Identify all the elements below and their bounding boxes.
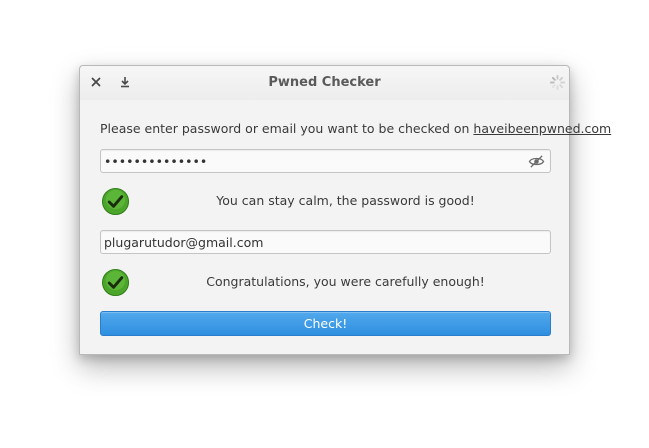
password-field[interactable]	[100, 149, 551, 173]
prompt-label: Please enter password or email you want …	[100, 121, 474, 136]
haveibeenpwned-link[interactable]: haveibeenpwned.com	[473, 121, 611, 136]
email-status-text: Congratulations, you were carefully enou…	[206, 274, 485, 289]
email-field[interactable]	[100, 230, 551, 254]
window-title: Pwned Checker	[268, 75, 381, 90]
password-status-text: You can stay calm, the password is good!	[216, 193, 475, 208]
eye-slash-icon[interactable]	[528, 153, 545, 170]
prompt-text: Please enter password or email you want …	[100, 121, 611, 136]
success-check-icon	[101, 268, 130, 297]
titlebar: Pwned Checker	[80, 66, 569, 100]
email-input[interactable]	[104, 231, 524, 253]
app-window: Pwned Checker Please enter password or e…	[79, 65, 611, 355]
success-check-icon	[101, 187, 130, 216]
password-input[interactable]	[104, 150, 524, 172]
check-button[interactable]: Check!	[100, 311, 551, 336]
spinner-icon	[549, 74, 566, 91]
